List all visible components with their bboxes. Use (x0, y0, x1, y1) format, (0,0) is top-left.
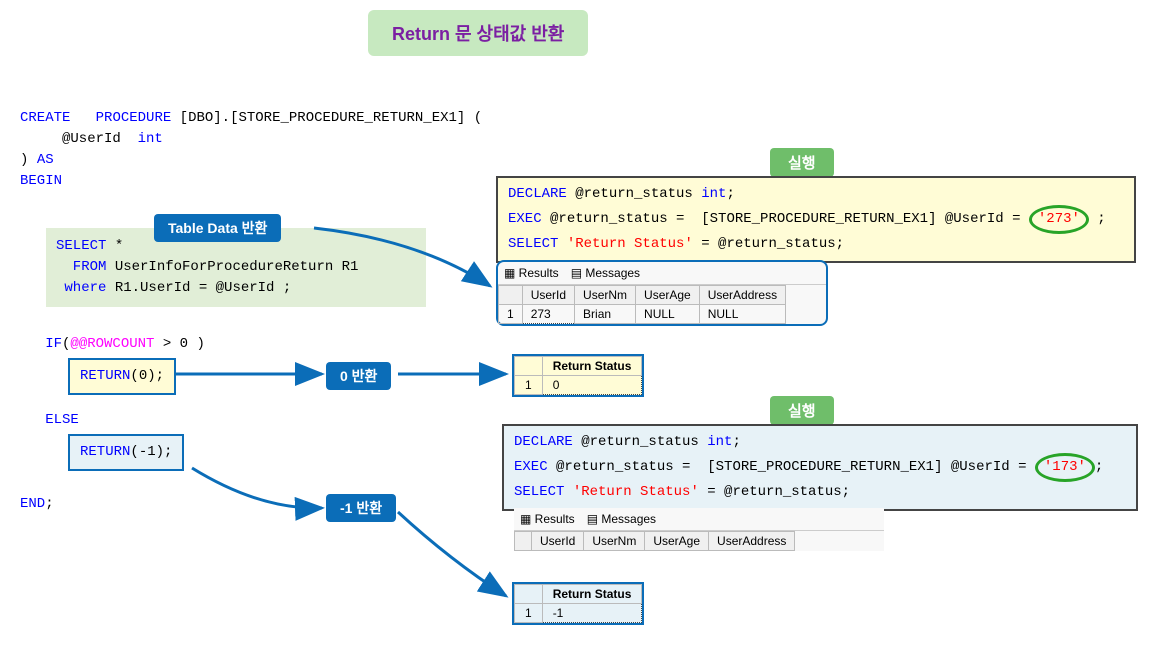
else-line: ELSE (20, 410, 79, 431)
result-table-1: UserId UserNm UserAge UserAddress 1 273 … (498, 285, 786, 324)
run-badge-1: 실행 (770, 148, 834, 177)
result-tabs-1: ▦ Results ▤ Messages (498, 262, 826, 285)
end-line: END; (20, 494, 54, 515)
arrows-overlay (0, 0, 1154, 665)
messages-tab: ▤ Messages (571, 266, 640, 280)
result-grid-1: ▦ Results ▤ Messages UserId UserNm UserA… (496, 260, 828, 326)
proc-header: CREATE PROCEDURE [DBO].[STORE_PROCEDURE_… (20, 108, 482, 192)
exec-box-1: DECLARE @return_status int; EXEC @return… (496, 176, 1136, 263)
messages-tab: ▤ Messages (587, 512, 656, 526)
result-grid-2: ▦ Results ▤ Messages UserId UserNm UserA… (514, 508, 884, 551)
badge-return0: 0 반환 (326, 362, 391, 390)
exec-box-2: DECLARE @return_status int; EXEC @return… (502, 424, 1138, 511)
if-line: IF(@@ROWCOUNT > 0 ) (20, 334, 205, 355)
badge-table-data: Table Data 반환 (154, 214, 281, 242)
return0-box: RETURN(0); (68, 358, 176, 395)
result-data-row: 1 273 Brian NULL NULL (499, 305, 786, 324)
title-text: Return 문 상태값 반환 (392, 24, 564, 44)
result-header-row: UserId UserNm UserAge UserAddress (499, 286, 786, 305)
return1-box: RETURN(-1); (68, 434, 184, 471)
status-result-minus1: Return Status 1-1 (512, 582, 644, 625)
results-tab: ▦ Results (504, 266, 559, 280)
status-result-0: Return Status 10 (512, 354, 644, 397)
run-badge-2: 실행 (770, 396, 834, 425)
result-tabs-2: ▦ Results ▤ Messages (514, 508, 884, 531)
results-tab: ▦ Results (520, 512, 575, 526)
badge-return-minus1: -1 반환 (326, 494, 396, 522)
result-table-2: UserId UserNm UserAge UserAddress (514, 531, 795, 551)
result-header-row: UserId UserNm UserAge UserAddress (515, 532, 795, 551)
title-badge: Return 문 상태값 반환 (368, 10, 588, 56)
